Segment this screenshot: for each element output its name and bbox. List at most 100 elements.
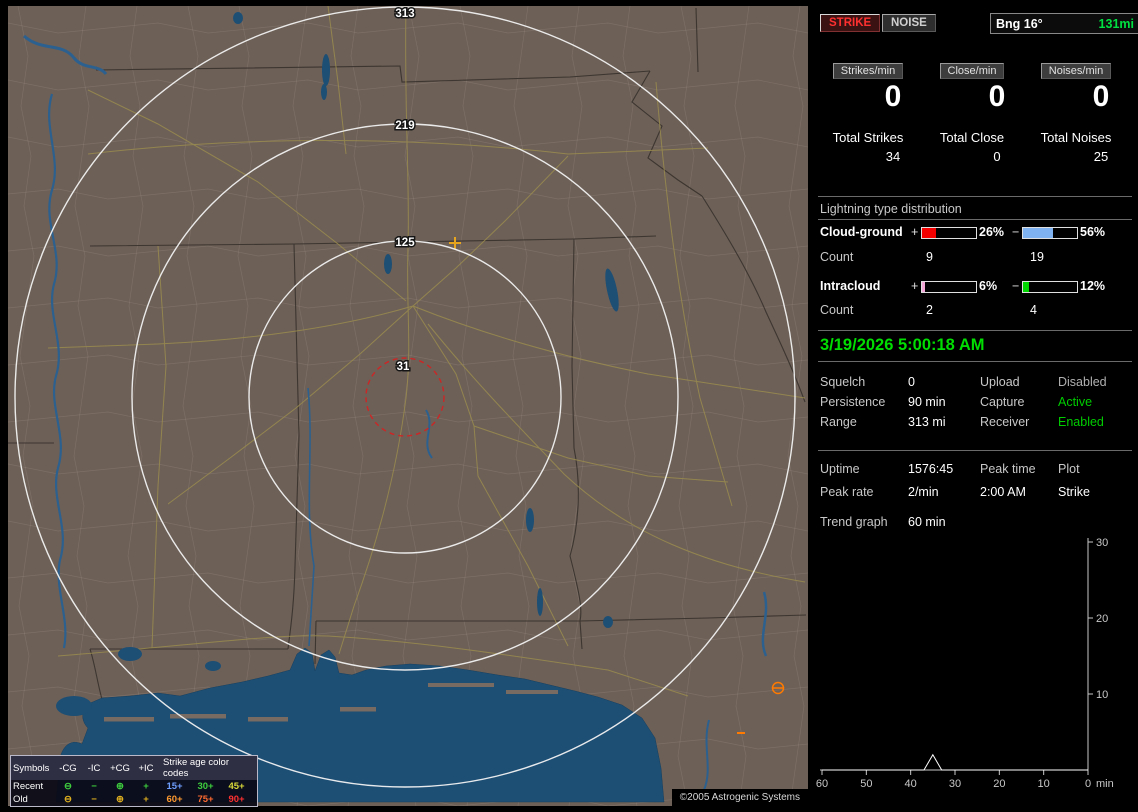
legend-old-label: Old xyxy=(13,794,28,805)
legend-recent-label: Recent xyxy=(13,781,44,792)
ic-plus-sign: + xyxy=(911,279,919,293)
squelch-value: 0 xyxy=(908,375,915,389)
svg-text:50: 50 xyxy=(860,778,872,790)
ring-label-125: 125 xyxy=(395,237,415,249)
close-per-min-chip: Close/min xyxy=(939,63,1005,79)
age-45: 45+ xyxy=(228,781,245,792)
cg-positive-pct: 26% xyxy=(979,225,1005,239)
legend-col-pos-ic: +IC xyxy=(138,762,154,774)
ring-label-31: 31 xyxy=(397,361,410,373)
ic-positive-pct: 6% xyxy=(979,279,998,293)
svg-text:10: 10 xyxy=(1038,778,1050,790)
ic-negative-pct: 12% xyxy=(1080,279,1106,293)
persistence-label: Persistence xyxy=(820,395,886,409)
neg-ic-old-icon: − xyxy=(91,794,97,805)
strikes-per-min-value: 0 xyxy=(884,80,902,113)
legend-header: Symbols -CG -IC +CG +IC Strike age color… xyxy=(11,756,257,780)
age-30: 30+ xyxy=(197,781,214,792)
ring-label-219: 219 xyxy=(395,120,414,132)
peak-rate-value: 2/min xyxy=(908,485,939,499)
svg-text:60: 60 xyxy=(816,778,828,790)
noises-per-min-value: 0 xyxy=(1092,80,1110,113)
total-close-value: 0 xyxy=(993,149,1001,164)
legend-col-neg-ic: -IC xyxy=(87,762,101,774)
intracloud-label: Intracloud xyxy=(820,279,881,293)
age-75: 75+ xyxy=(197,794,214,805)
ic-negative-bar xyxy=(1022,281,1078,293)
receiver-status: Enabled xyxy=(1058,415,1104,429)
legend-row-recent: Recent ⊖ − ⊕ + 15+ 30+ 45+ xyxy=(11,780,257,793)
persistence-value: 90 min xyxy=(908,395,946,409)
status-panel: STRIKE NOISE Bng 16° 131mi Strikes/min C… xyxy=(816,0,1138,812)
neg-cg-old-icon: ⊖ xyxy=(64,794,72,805)
divider xyxy=(818,361,1132,362)
bearing-distance: 131mi xyxy=(1098,16,1134,31)
noise-mode-button[interactable]: NOISE xyxy=(882,14,936,32)
lightning-map[interactable]: 313 219 125 31 Symbols -CG -IC +CG +IC S… xyxy=(8,6,808,807)
strike-mode-button[interactable]: STRIKE xyxy=(820,14,881,32)
svg-text:40: 40 xyxy=(905,778,917,790)
ic-count-label: Count xyxy=(820,303,854,317)
ring-label-313: 313 xyxy=(395,8,414,20)
peak-time-label: Peak time xyxy=(980,462,1036,476)
capture-label: Capture xyxy=(980,395,1025,409)
total-strikes-label: Total Strikes xyxy=(832,130,904,145)
cloud-ground-label: Cloud-ground xyxy=(820,225,903,239)
close-per-min-chip-wrap: Close/min xyxy=(920,62,1024,79)
plot-label: Plot xyxy=(1058,462,1080,476)
divider xyxy=(818,450,1132,451)
ic-minus-sign: − xyxy=(1012,279,1020,293)
svg-text:0: 0 xyxy=(1085,778,1091,790)
bearing-display: Bng 16° 131mi xyxy=(990,13,1138,34)
svg-text:30: 30 xyxy=(949,778,961,790)
map-svg: 313 219 125 31 xyxy=(8,6,808,806)
receiver-label: Receiver xyxy=(980,415,1030,429)
cg-negative-count: 19 xyxy=(1030,250,1044,264)
total-noises-value: 25 xyxy=(1093,149,1109,164)
uptime-label: Uptime xyxy=(820,462,860,476)
capture-status: Active xyxy=(1058,395,1093,409)
pos-cg-recent-icon: ⊕ xyxy=(116,781,124,792)
pos-cg-old-icon: ⊕ xyxy=(116,794,124,805)
total-close-label: Total Close xyxy=(939,130,1005,145)
cg-plus-sign: + xyxy=(911,225,919,239)
trend-chart-svg: 30 20 10 60 50 40 30 20 10 0 min xyxy=(816,537,1114,790)
legend-age-title: Strike age color codes xyxy=(163,757,230,779)
svg-text:min: min xyxy=(1096,778,1114,790)
upload-label: Upload xyxy=(980,375,1020,389)
ic-positive-count: 2 xyxy=(926,303,933,317)
neg-cg-recent-icon: ⊖ xyxy=(64,781,72,792)
ic-positive-bar xyxy=(921,281,977,293)
age-15: 15+ xyxy=(166,781,183,792)
distribution-title: Lightning type distribution xyxy=(820,202,962,216)
copyright-notice: ©2005 Astrogenic Systems xyxy=(671,789,808,806)
peak-rate-label: Peak rate xyxy=(820,485,874,499)
peak-time-value: 2:00 AM xyxy=(980,485,1026,499)
bearing-label: Bng 16° xyxy=(996,16,1043,31)
svg-text:20: 20 xyxy=(993,778,1005,790)
uptime-value: 1576:45 xyxy=(908,462,954,476)
cg-negative-pct: 56% xyxy=(1080,225,1106,239)
range-label: Range xyxy=(820,415,857,429)
legend-symbols-title: Symbols xyxy=(13,762,50,774)
trend-chart: 30 20 10 60 50 40 30 20 10 0 min xyxy=(816,534,1138,806)
total-noises-label: Total Noises xyxy=(1040,130,1112,145)
cg-count-label: Count xyxy=(820,250,854,264)
map-legend: Symbols -CG -IC +CG +IC Strike age color… xyxy=(10,755,258,807)
neg-ic-recent-icon: − xyxy=(91,781,97,792)
pos-ic-old-icon: + xyxy=(143,794,149,805)
noises-per-min-chip: Noises/min xyxy=(1040,63,1112,79)
legend-col-pos-cg: +CG xyxy=(110,762,130,774)
svg-text:30: 30 xyxy=(1096,537,1108,549)
cg-minus-sign: − xyxy=(1012,225,1020,239)
trend-window-value: 60 min xyxy=(908,515,946,529)
cg-positive-bar xyxy=(921,227,977,239)
date-time: 3/19/2026 5:00:18 AM xyxy=(820,336,985,354)
upload-status: Disabled xyxy=(1058,375,1107,389)
age-90: 90+ xyxy=(228,794,245,805)
total-strikes-value: 34 xyxy=(885,149,901,164)
noises-per-min-chip-wrap: Noises/min xyxy=(1024,62,1128,79)
strikes-per-min-chip: Strikes/min xyxy=(832,63,904,79)
divider xyxy=(818,330,1132,331)
range-value: 313 mi xyxy=(908,415,946,429)
